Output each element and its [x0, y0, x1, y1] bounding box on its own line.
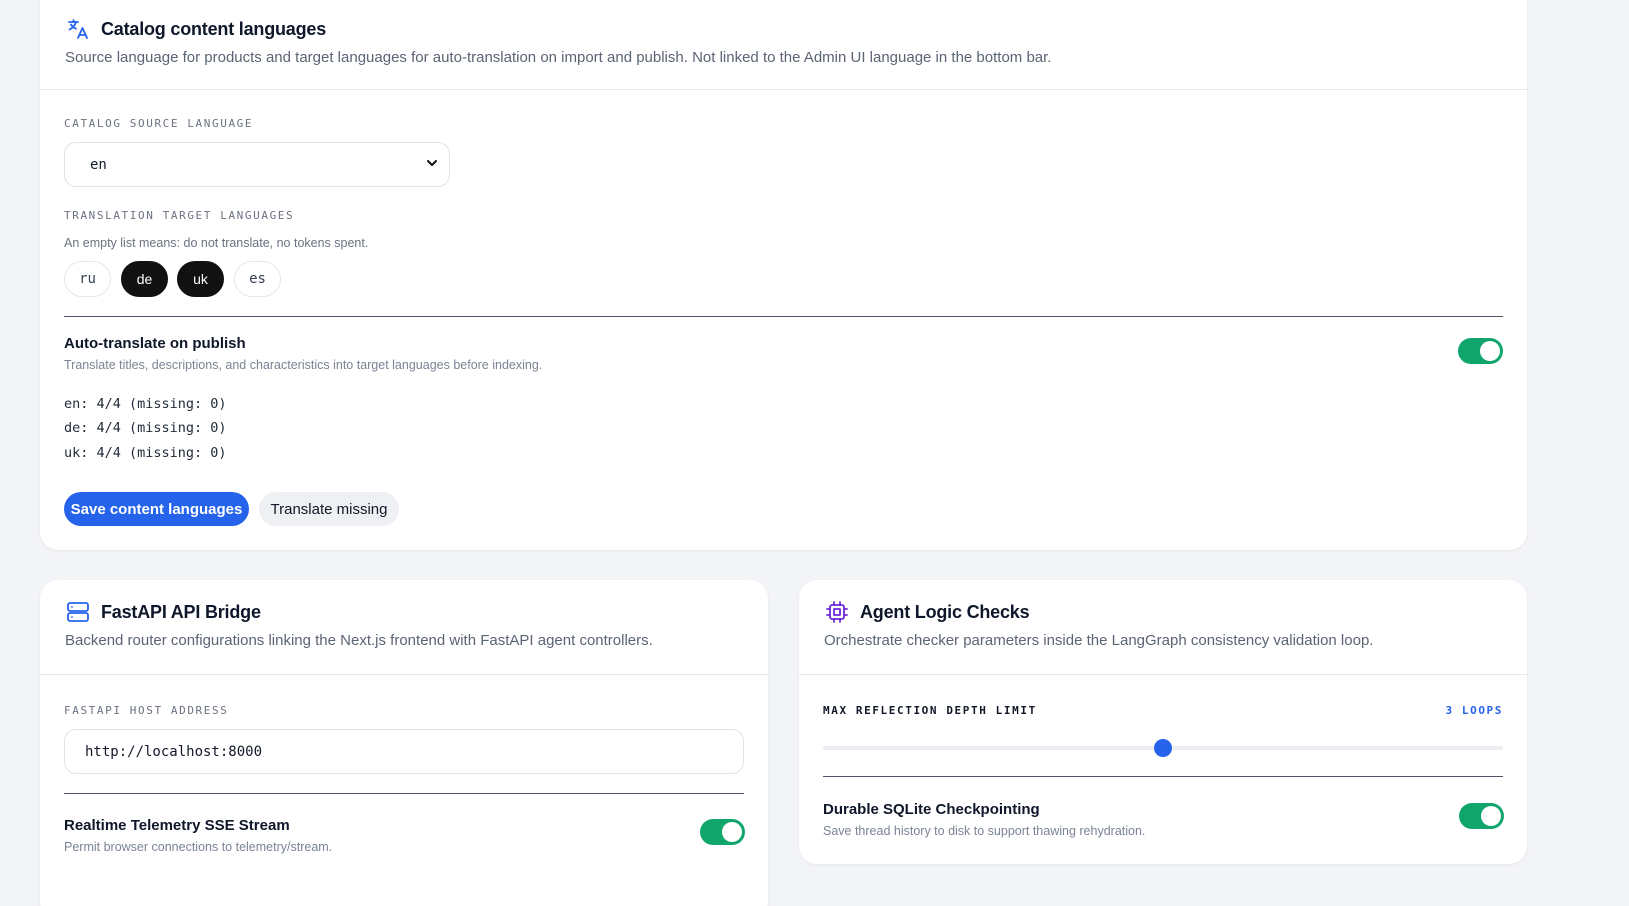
agent-logic-card: Agent Logic Checks Orchestrate checker p… — [799, 580, 1527, 864]
language-chip-de[interactable]: de — [121, 261, 168, 297]
catalog-title: Catalog content languages — [101, 18, 327, 39]
chevron-down-icon — [425, 156, 439, 174]
language-chip-ru[interactable]: ru — [64, 261, 111, 297]
toggle-knob — [1481, 806, 1501, 826]
stat-uk: uk: 4/4 (missing: 0) — [64, 445, 227, 461]
host-address-input[interactable]: http://localhost:8000 — [64, 729, 744, 774]
agent-divider — [823, 776, 1503, 777]
save-content-languages-button[interactable]: Save content languages — [64, 492, 249, 526]
language-chip-uk[interactable]: uk — [177, 261, 224, 297]
translate-missing-button[interactable]: Translate missing — [259, 492, 399, 526]
catalog-card-header: Catalog content languages Source languag… — [40, 0, 1527, 90]
reflection-depth-label: MAX REFLECTION DEPTH LIMIT — [823, 704, 1037, 717]
server-icon — [65, 599, 91, 625]
toggle-knob — [1480, 341, 1500, 361]
catalog-languages-card: Catalog content languages Source languag… — [40, 0, 1527, 550]
host-address-value: http://localhost:8000 — [85, 743, 263, 760]
bridge-title: FastAPI API Bridge — [101, 601, 261, 622]
toggle-knob — [722, 822, 742, 842]
host-address-label: FASTAPI HOST ADDRESS — [64, 704, 229, 717]
source-language-value: en — [90, 156, 107, 173]
fastapi-bridge-card: FastAPI API Bridge Backend router config… — [40, 580, 768, 906]
telemetry-desc: Permit browser connections to telemetry/… — [64, 840, 333, 854]
source-language-select[interactable]: en — [64, 142, 450, 187]
stat-de: de: 4/4 (missing: 0) — [64, 420, 227, 436]
cpu-chip-icon — [824, 599, 850, 625]
telemetry-row: Realtime Telemetry SSE Stream Permit bro… — [64, 817, 332, 854]
checkpoint-toggle[interactable] — [1459, 803, 1504, 829]
catalog-description: Source language for products and target … — [65, 49, 1052, 66]
reflection-depth-slider-thumb[interactable] — [1154, 739, 1172, 757]
stat-en: en: 4/4 (missing: 0) — [64, 396, 227, 412]
language-chip-es[interactable]: es — [234, 261, 281, 297]
target-languages-hint: An empty list means: do not translate, n… — [64, 236, 369, 250]
bridge-description: Backend router configurations linking th… — [65, 632, 653, 649]
checkpoint-desc: Save thread history to disk to support t… — [823, 824, 1146, 838]
telemetry-title: Realtime Telemetry SSE Stream — [64, 817, 290, 834]
auto-translate-toggle[interactable] — [1458, 338, 1503, 364]
agent-title: Agent Logic Checks — [860, 601, 1030, 622]
reflection-depth-value: 3 LOOPS — [1445, 704, 1503, 717]
auto-translate-desc: Translate titles, descriptions, and char… — [64, 358, 543, 372]
chip-label: ru — [79, 271, 96, 287]
auto-translate-row: Auto-translate on publish Translate titl… — [64, 335, 542, 372]
chip-label: uk — [193, 271, 208, 287]
translate-icon — [65, 16, 91, 42]
bridge-card-header: FastAPI API Bridge Backend router config… — [40, 580, 768, 675]
checkpoint-title: Durable SQLite Checkpointing — [823, 801, 1040, 818]
auto-translate-title: Auto-translate on publish — [64, 335, 246, 352]
target-languages-label: TRANSLATION TARGET LANGUAGES — [64, 209, 295, 222]
telemetry-toggle[interactable] — [700, 819, 745, 845]
bridge-divider — [64, 793, 744, 794]
chip-label: es — [249, 271, 266, 287]
agent-description: Orchestrate checker parameters inside th… — [824, 632, 1374, 649]
agent-card-header: Agent Logic Checks Orchestrate checker p… — [799, 580, 1527, 675]
catalog-divider — [64, 316, 1503, 317]
source-language-label: CATALOG SOURCE LANGUAGE — [64, 117, 254, 130]
checkpoint-row: Durable SQLite Checkpointing Save thread… — [823, 801, 1145, 838]
chip-label: de — [136, 271, 153, 287]
